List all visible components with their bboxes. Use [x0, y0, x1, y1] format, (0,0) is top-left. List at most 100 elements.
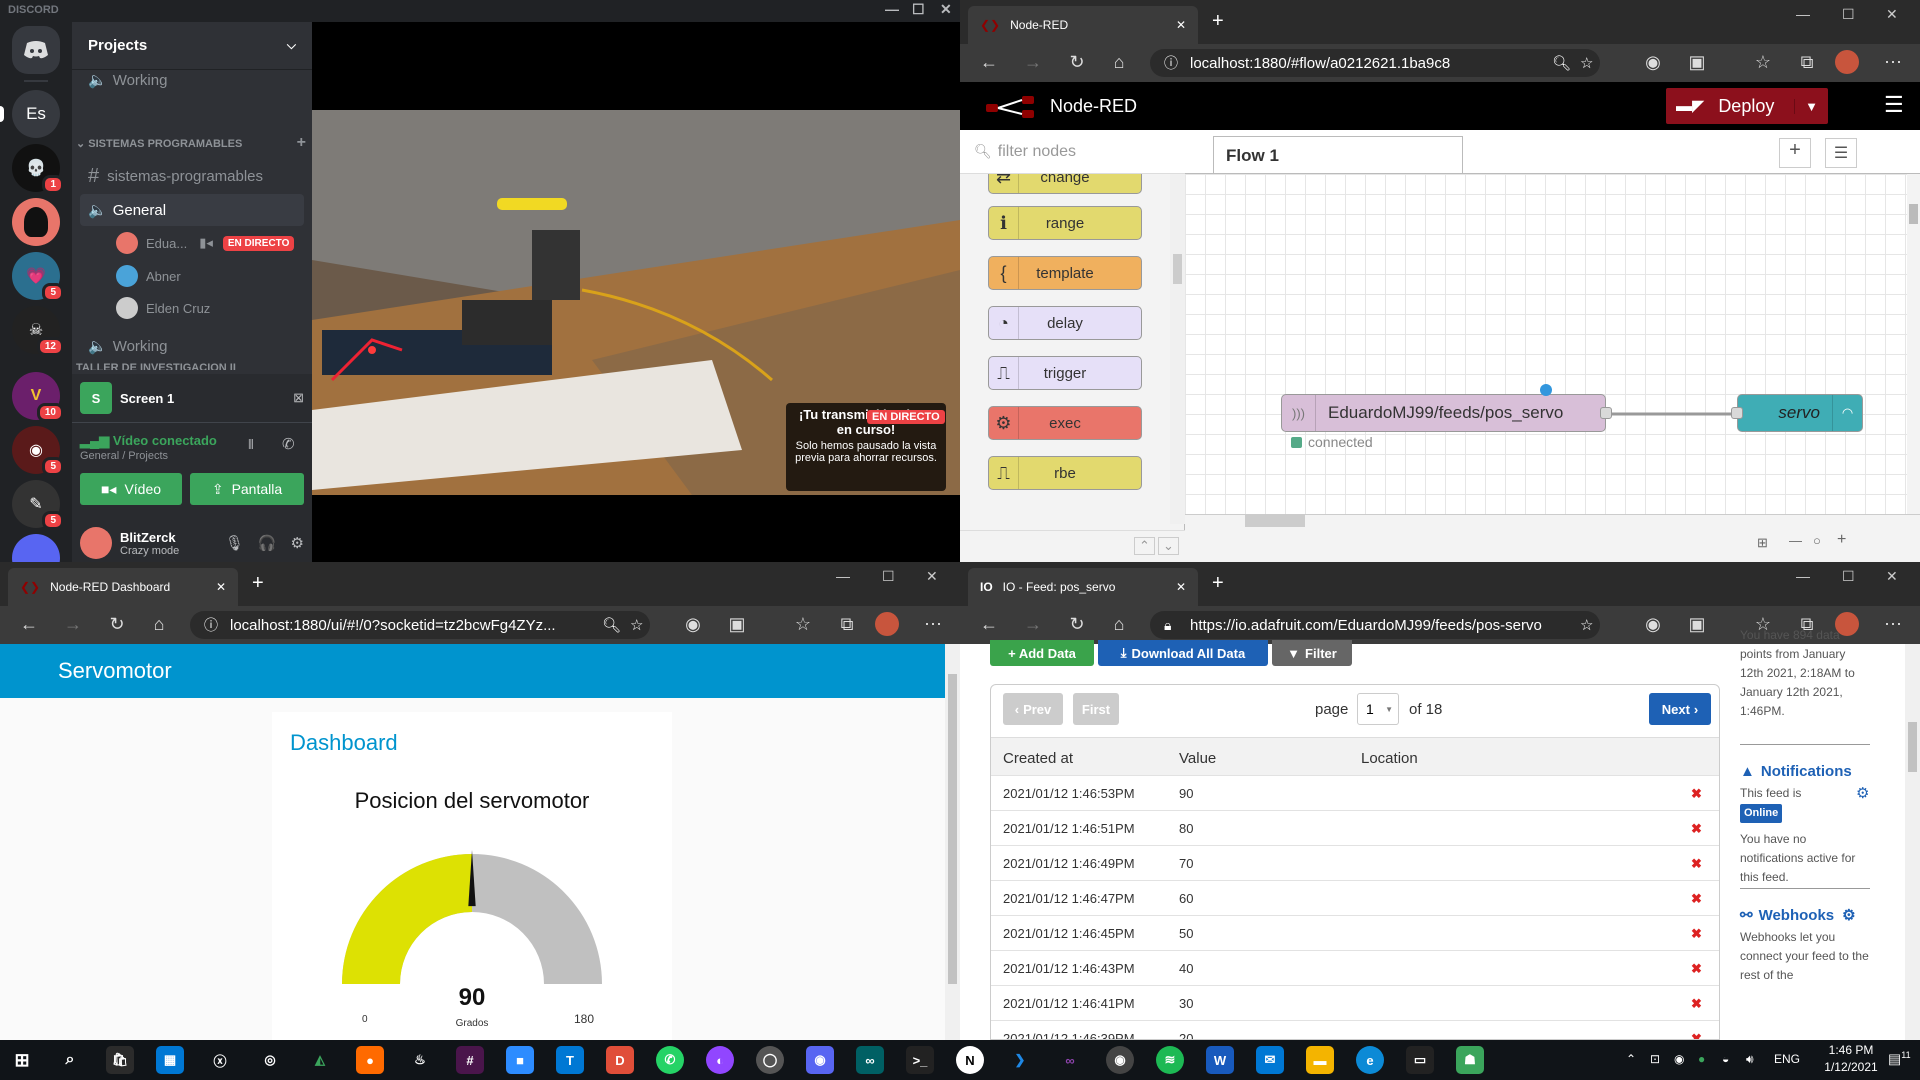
- palette-node-change[interactable]: ⇄ change: [988, 174, 1142, 194]
- android-icon[interactable]: ☗: [1456, 1046, 1484, 1074]
- server-skull[interactable]: 💀 1: [12, 144, 64, 194]
- forward-icon[interactable]: →: [62, 614, 84, 635]
- home-icon[interactable]: ⌂: [1108, 614, 1130, 635]
- voice-user-elden[interactable]: Elden Cruz: [116, 297, 210, 319]
- scrollbar-thumb[interactable]: [1909, 204, 1918, 224]
- cmd-icon[interactable]: ▭: [1406, 1046, 1434, 1074]
- canvas-vscroll[interactable]: [1907, 174, 1920, 514]
- extension-icon[interactable]: ◉: [1642, 52, 1664, 73]
- scrollbar-thumb[interactable]: [948, 674, 957, 984]
- minimize-icon[interactable]: —: [1796, 568, 1810, 584]
- page-select[interactable]: 1 ▼: [1357, 693, 1399, 725]
- obs-icon[interactable]: ◎: [256, 1046, 284, 1074]
- extension2-icon[interactable]: ▣: [726, 614, 748, 635]
- home-icon[interactable]: ⌂: [1108, 52, 1130, 73]
- discord-home-icon[interactable]: [12, 26, 60, 74]
- delete-icon[interactable]: ✖: [1691, 926, 1702, 942]
- wifi-icon[interactable]: ◒: [1722, 1052, 1729, 1066]
- first-button[interactable]: First: [1073, 693, 1119, 725]
- notification-center-icon[interactable]: ▤11: [1888, 1050, 1911, 1068]
- headphones-icon[interactable]: 🎧: [258, 534, 277, 552]
- steam-icon[interactable]: ♨: [406, 1046, 434, 1074]
- avatar[interactable]: [80, 527, 112, 559]
- vscode-icon[interactable]: ❯: [1006, 1046, 1034, 1074]
- edge-icon[interactable]: e: [1356, 1046, 1384, 1074]
- maximize-icon[interactable]: ☐: [882, 568, 895, 585]
- discord-taskbar-icon[interactable]: ◉: [806, 1046, 834, 1074]
- add-data-button[interactable]: + Add Data: [990, 640, 1094, 666]
- prev-button[interactable]: ‹ Prev: [1003, 693, 1063, 725]
- delete-icon[interactable]: ✖: [1691, 1031, 1702, 1039]
- scrollbar-thumb[interactable]: [1173, 254, 1182, 284]
- razer-icon[interactable]: ◭: [306, 1046, 334, 1074]
- arduino-icon[interactable]: ∞: [856, 1046, 884, 1074]
- tray-chevron-icon[interactable]: ⌃: [1626, 1052, 1636, 1066]
- app-icon[interactable]: ◯: [756, 1046, 784, 1074]
- extension2-icon[interactable]: ▣: [1686, 52, 1708, 73]
- close-icon[interactable]: ✕: [1886, 6, 1898, 23]
- favorites-icon[interactable]: ☆: [1752, 52, 1774, 73]
- star-icon[interactable]: ☆: [1580, 616, 1593, 634]
- stream-viewer[interactable]: ¡Tu transmisión sigue en curso! Solo hem…: [312, 22, 960, 562]
- xbox-icon[interactable]: ⓧ: [206, 1046, 234, 1074]
- zoom-in-icon[interactable]: +: [1837, 531, 1846, 549]
- filter-button[interactable]: ▼ Filter: [1272, 640, 1352, 666]
- refresh-icon[interactable]: ↻: [106, 614, 128, 635]
- store-icon[interactable]: 🛍: [106, 1046, 134, 1074]
- terminal-icon[interactable]: >_: [906, 1046, 934, 1074]
- caret-down-icon[interactable]: ▼: [1794, 98, 1818, 114]
- url-field[interactable]: ⓘ localhost:1880/#flow/a0212621.1ba9c8 🔍…: [1150, 49, 1600, 77]
- flow-canvas[interactable]: ))) EduardoMJ99/feeds/pos_servo connecte…: [1185, 174, 1907, 514]
- favorites-icon[interactable]: ☆: [792, 614, 814, 635]
- category-header-2[interactable]: TALLER DE INVESTIGACION II: [76, 362, 306, 370]
- server-heart[interactable]: 💗 5: [12, 252, 64, 302]
- visual-studio-icon[interactable]: ∞: [1056, 1046, 1084, 1074]
- file-explorer-icon[interactable]: ▬: [1306, 1046, 1334, 1074]
- zoom-reset-icon[interactable]: ○: [1813, 533, 1821, 548]
- network-tray-icon[interactable]: ⊡: [1650, 1052, 1660, 1066]
- maximize-icon[interactable]: ☐: [1842, 6, 1855, 23]
- collections-icon[interactable]: ⧉: [836, 614, 858, 635]
- disconnect-icon[interactable]: ✆: [282, 435, 295, 453]
- palette-node-delay[interactable]: ◔ delay: [988, 306, 1142, 340]
- zoom-icon[interactable]: ■: [506, 1046, 534, 1074]
- mqtt-in-node[interactable]: ))) EduardoMJ99/feeds/pos_servo: [1281, 394, 1606, 432]
- page-scrollbar[interactable]: [1905, 644, 1920, 1040]
- palette-scrollbar[interactable]: [1170, 174, 1185, 524]
- voice-user-abner[interactable]: Abner: [116, 265, 181, 287]
- clock-date[interactable]: 1/12/2021: [1816, 1060, 1886, 1074]
- browser-tab[interactable]: ❮❯ Node-RED Dashboard ✕: [8, 568, 238, 606]
- close-icon[interactable]: ✕: [940, 1, 952, 18]
- minimize-icon[interactable]: —: [885, 1, 899, 17]
- media-icon[interactable]: ◉: [1106, 1046, 1134, 1074]
- tab-flow-1[interactable]: Flow 1: [1213, 136, 1463, 174]
- delete-icon[interactable]: ✖: [1691, 996, 1702, 1012]
- new-tab-icon[interactable]: +: [252, 572, 264, 595]
- filter-nodes-input[interactable]: 🔍︎ filter nodes: [960, 130, 1185, 174]
- more-icon[interactable]: ⋯: [1882, 52, 1904, 73]
- expand-all-icon[interactable]: ⌄: [1158, 537, 1179, 555]
- collapse-all-icon[interactable]: ⌃: [1134, 537, 1155, 555]
- microphone-icon[interactable]: 🎙: [225, 534, 244, 552]
- home-icon[interactable]: ⌂: [148, 614, 170, 635]
- collections-icon[interactable]: ⧉: [1796, 52, 1818, 73]
- server-partial[interactable]: [12, 534, 60, 562]
- tab-close-icon[interactable]: ✕: [216, 580, 226, 594]
- extension-icon[interactable]: ◉: [682, 614, 704, 635]
- list-flows-icon[interactable]: ☰: [1825, 138, 1857, 168]
- forward-icon[interactable]: →: [1022, 614, 1044, 635]
- deezer-icon[interactable]: D: [606, 1046, 634, 1074]
- back-icon[interactable]: ←: [978, 614, 1000, 635]
- forward-icon[interactable]: →: [1022, 52, 1044, 73]
- noise-suppression-icon[interactable]: ⦀: [248, 437, 254, 453]
- map-icon[interactable]: ⊞: [1757, 535, 1768, 551]
- close-icon[interactable]: ✕: [926, 568, 938, 585]
- gauge-node[interactable]: servo ◠: [1737, 394, 1863, 432]
- minimize-icon[interactable]: —: [1796, 6, 1810, 22]
- new-tab-icon[interactable]: +: [1212, 10, 1224, 33]
- voice-user-edua[interactable]: Edua... ▮◂ EN DIRECTO: [116, 232, 295, 254]
- palette-node-template[interactable]: {template: [988, 256, 1142, 290]
- delete-icon[interactable]: ✖: [1691, 786, 1702, 802]
- calculator-icon[interactable]: ▦: [156, 1046, 184, 1074]
- profile-avatar[interactable]: [875, 612, 899, 636]
